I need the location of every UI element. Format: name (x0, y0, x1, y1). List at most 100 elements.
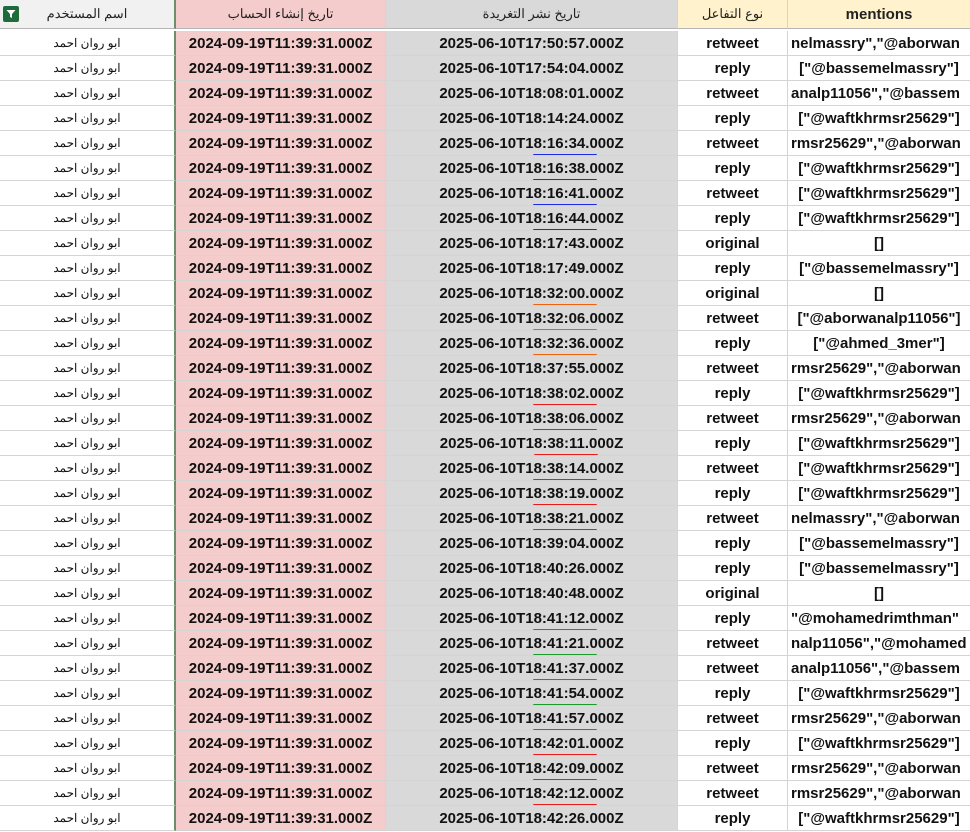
cell-mentions[interactable]: ["@waftkhrmsr25629"] (788, 381, 970, 406)
cell-published[interactable]: 2025-06-10T18:38:06.000Z (386, 406, 678, 431)
cell-user[interactable]: ابو روان احمد (0, 506, 176, 531)
cell-user[interactable]: ابو روان احمد (0, 281, 176, 306)
cell-mentions[interactable]: analp11056","@bassem (788, 656, 970, 681)
cell-type[interactable]: reply (678, 206, 788, 231)
cell-user[interactable]: ابو روان احمد (0, 406, 176, 431)
cell-type[interactable]: reply (678, 106, 788, 131)
column-header-type[interactable]: نوع التفاعل (678, 0, 788, 29)
cell-created[interactable]: 2024-09-19T11:39:31.000Z (176, 481, 386, 506)
cell-published[interactable]: 2025-06-10T18:42:12.000Z (386, 781, 678, 806)
cell-published[interactable]: 2025-06-10T18:38:21.000Z (386, 506, 678, 531)
cell-created[interactable]: 2024-09-19T11:39:31.000Z (176, 56, 386, 81)
cell-mentions[interactable]: ["@bassemelmassry"] (788, 556, 970, 581)
cell-type[interactable]: retweet (678, 456, 788, 481)
cell-user[interactable]: ابو روان احمد (0, 331, 176, 356)
cell-mentions[interactable]: ["@bassemelmassry"] (788, 531, 970, 556)
cell-published[interactable]: 2025-06-10T18:42:01.000Z (386, 731, 678, 756)
cell-mentions[interactable]: analp11056","@bassem (788, 81, 970, 106)
cell-type[interactable]: reply (678, 531, 788, 556)
cell-user[interactable]: ابو روان احمد (0, 106, 176, 131)
cell-type[interactable]: original (678, 281, 788, 306)
cell-user[interactable]: ابو روان احمد (0, 531, 176, 556)
cell-published[interactable]: 2025-06-10T18:17:43.000Z (386, 231, 678, 256)
cell-user[interactable]: ابو روان احمد (0, 306, 176, 331)
cell-type[interactable]: retweet (678, 756, 788, 781)
cell-user[interactable]: ابو روان احمد (0, 681, 176, 706)
cell-mentions[interactable]: rmsr25629","@aborwan (788, 756, 970, 781)
cell-user[interactable]: ابو روان احمد (0, 656, 176, 681)
cell-type[interactable]: reply (678, 381, 788, 406)
cell-created[interactable]: 2024-09-19T11:39:31.000Z (176, 206, 386, 231)
cell-created[interactable]: 2024-09-19T11:39:31.000Z (176, 156, 386, 181)
cell-published[interactable]: 2025-06-10T18:16:34.000Z (386, 131, 678, 156)
cell-created[interactable]: 2024-09-19T11:39:31.000Z (176, 256, 386, 281)
cell-mentions[interactable]: nelmassry","@aborwan (788, 31, 970, 56)
cell-published[interactable]: 2025-06-10T18:42:26.000Z (386, 806, 678, 831)
cell-mentions[interactable]: rmsr25629","@aborwan (788, 131, 970, 156)
cell-mentions[interactable]: [] (788, 281, 970, 306)
cell-type[interactable]: reply (678, 256, 788, 281)
cell-created[interactable]: 2024-09-19T11:39:31.000Z (176, 456, 386, 481)
cell-mentions[interactable]: ["@aborwanalp11056"] (788, 306, 970, 331)
cell-created[interactable]: 2024-09-19T11:39:31.000Z (176, 181, 386, 206)
cell-type[interactable]: retweet (678, 631, 788, 656)
cell-published[interactable]: 2025-06-10T18:16:41.000Z (386, 181, 678, 206)
cell-mentions[interactable]: ["@bassemelmassry"] (788, 56, 970, 81)
cell-user[interactable]: ابو روان احمد (0, 206, 176, 231)
cell-published[interactable]: 2025-06-10T18:40:48.000Z (386, 581, 678, 606)
cell-type[interactable]: retweet (678, 306, 788, 331)
cell-created[interactable]: 2024-09-19T11:39:31.000Z (176, 556, 386, 581)
cell-mentions[interactable]: rmsr25629","@aborwan (788, 406, 970, 431)
cell-user[interactable]: ابو روان احمد (0, 156, 176, 181)
column-header-mentions[interactable]: mentions (788, 0, 970, 29)
cell-mentions[interactable]: ["@waftkhrmsr25629"] (788, 181, 970, 206)
cell-type[interactable]: reply (678, 431, 788, 456)
cell-mentions[interactable]: ["@waftkhrmsr25629"] (788, 731, 970, 756)
cell-type[interactable]: retweet (678, 181, 788, 206)
cell-published[interactable]: 2025-06-10T18:17:49.000Z (386, 256, 678, 281)
cell-user[interactable]: ابو روان احمد (0, 706, 176, 731)
cell-type[interactable]: retweet (678, 656, 788, 681)
cell-user[interactable]: ابو روان احمد (0, 556, 176, 581)
cell-created[interactable]: 2024-09-19T11:39:31.000Z (176, 656, 386, 681)
cell-type[interactable]: original (678, 581, 788, 606)
cell-type[interactable]: reply (678, 681, 788, 706)
cell-published[interactable]: 2025-06-10T18:41:54.000Z (386, 681, 678, 706)
cell-type[interactable]: reply (678, 156, 788, 181)
column-header-published[interactable]: تاريخ نشر التغريدة (386, 0, 678, 29)
cell-user[interactable]: ابو روان احمد (0, 731, 176, 756)
cell-published[interactable]: 2025-06-10T18:37:55.000Z (386, 356, 678, 381)
cell-mentions[interactable]: ["@waftkhrmsr25629"] (788, 106, 970, 131)
cell-created[interactable]: 2024-09-19T11:39:31.000Z (176, 106, 386, 131)
cell-mentions[interactable]: ["@waftkhrmsr25629"] (788, 206, 970, 231)
cell-user[interactable]: ابو روان احمد (0, 756, 176, 781)
cell-created[interactable]: 2024-09-19T11:39:31.000Z (176, 506, 386, 531)
cell-type[interactable]: reply (678, 606, 788, 631)
cell-published[interactable]: 2025-06-10T18:39:04.000Z (386, 531, 678, 556)
cell-created[interactable]: 2024-09-19T11:39:31.000Z (176, 681, 386, 706)
cell-created[interactable]: 2024-09-19T11:39:31.000Z (176, 606, 386, 631)
cell-published[interactable]: 2025-06-10T18:41:12.000Z (386, 606, 678, 631)
cell-mentions[interactable]: ["@ahmed_3mer"] (788, 331, 970, 356)
cell-published[interactable]: 2025-06-10T18:16:38.000Z (386, 156, 678, 181)
cell-mentions[interactable]: rmsr25629","@aborwan (788, 706, 970, 731)
cell-user[interactable]: ابو روان احمد (0, 131, 176, 156)
cell-published[interactable]: 2025-06-10T17:54:04.000Z (386, 56, 678, 81)
cell-created[interactable]: 2024-09-19T11:39:31.000Z (176, 381, 386, 406)
cell-type[interactable]: retweet (678, 781, 788, 806)
column-header-user[interactable]: اسم المستخدم (0, 0, 176, 29)
cell-created[interactable]: 2024-09-19T11:39:31.000Z (176, 331, 386, 356)
cell-published[interactable]: 2025-06-10T18:41:57.000Z (386, 706, 678, 731)
cell-user[interactable]: ابو روان احمد (0, 181, 176, 206)
cell-user[interactable]: ابو روان احمد (0, 431, 176, 456)
cell-published[interactable]: 2025-06-10T18:16:44.000Z (386, 206, 678, 231)
cell-type[interactable]: retweet (678, 31, 788, 56)
filter-icon[interactable] (3, 6, 19, 22)
cell-created[interactable]: 2024-09-19T11:39:31.000Z (176, 731, 386, 756)
cell-type[interactable]: retweet (678, 706, 788, 731)
cell-published[interactable]: 2025-06-10T18:40:26.000Z (386, 556, 678, 581)
cell-mentions[interactable]: ["@waftkhrmsr25629"] (788, 456, 970, 481)
cell-mentions[interactable]: ["@waftkhrmsr25629"] (788, 681, 970, 706)
cell-type[interactable]: retweet (678, 506, 788, 531)
cell-mentions[interactable]: ["@waftkhrmsr25629"] (788, 806, 970, 831)
